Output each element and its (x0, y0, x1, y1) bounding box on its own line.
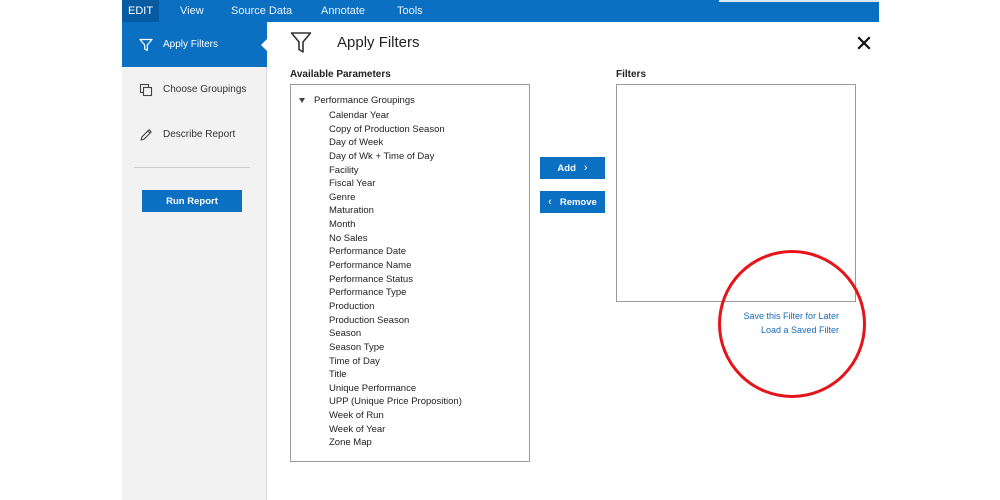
available-parameters-list[interactable]: Performance Groupings Calendar Year Copy … (290, 84, 530, 462)
sidebar-item-label: Describe Report (163, 129, 236, 140)
add-button[interactable]: Add › (540, 157, 605, 179)
list-item[interactable]: Week of Run (329, 409, 462, 423)
available-parameters-label: Available Parameters (290, 69, 391, 80)
list-item[interactable]: Production (329, 300, 462, 314)
list-item[interactable]: Season Type (329, 341, 462, 355)
list-item[interactable]: Production Season (329, 314, 462, 328)
list-item[interactable]: Day of Week (329, 136, 462, 150)
menu-edit[interactable]: EDIT (122, 0, 160, 22)
sidebar-item-describe-report[interactable]: Describe Report (122, 112, 267, 157)
list-item[interactable]: Performance Type (329, 286, 462, 300)
apply-filters-panel: Apply Filters Available Parameters Filte… (268, 22, 879, 500)
list-item[interactable]: Title (329, 368, 462, 382)
sidebar-divider (134, 167, 250, 168)
active-pointer (261, 38, 268, 52)
page-title: Apply Filters (337, 34, 420, 51)
list-item[interactable]: Day of Wk + Time of Day (329, 150, 462, 164)
add-button-label: Add (557, 162, 576, 174)
list-item[interactable]: UPP (Unique Price Proposition) (329, 395, 462, 409)
list-item[interactable]: Facility (329, 164, 462, 178)
list-item[interactable]: Fiscal Year (329, 177, 462, 191)
sidebar-item-choose-groupings[interactable]: Choose Groupings (122, 67, 267, 112)
list-item[interactable]: Maturation (329, 204, 462, 218)
close-icon[interactable] (857, 36, 871, 50)
tree-node-label: Performance Groupings (314, 95, 415, 106)
list-item[interactable]: Performance Status (329, 273, 462, 287)
list-item[interactable]: Performance Date (329, 245, 462, 259)
funnel-icon (290, 31, 312, 55)
menubar-accent (719, 0, 879, 2)
list-item[interactable]: Genre (329, 191, 462, 205)
sidebar-item-label: Choose Groupings (163, 84, 247, 95)
remove-button-label: Remove (559, 196, 597, 208)
pencil-icon (139, 128, 153, 142)
remove-button[interactable]: ‹ Remove (540, 191, 605, 213)
menu-source-data[interactable]: Source Data (231, 0, 292, 22)
groupings-icon (139, 83, 153, 97)
list-item[interactable]: Zone Map (329, 436, 462, 450)
filters-list[interactable] (616, 84, 856, 302)
funnel-icon (139, 38, 153, 52)
save-filter-link[interactable]: Save this Filter for Later (743, 311, 839, 321)
sidebar-item-apply-filters[interactable]: Apply Filters (122, 22, 268, 67)
report-editor-window: EDIT View Source Data Annotate Tools App… (122, 0, 879, 500)
parameter-list: Calendar Year Copy of Production Season Da… (329, 109, 462, 450)
list-item[interactable]: Copy of Production Season (329, 123, 462, 137)
list-item[interactable]: Time of Day (329, 355, 462, 369)
sidebar: Apply Filters Choose Groupings Describe … (122, 22, 268, 500)
list-item[interactable]: Performance Name (329, 259, 462, 273)
list-item[interactable]: No Sales (329, 232, 462, 246)
sidebar-item-label: Apply Filters (163, 39, 219, 50)
list-item[interactable]: Calendar Year (329, 109, 462, 123)
list-item[interactable]: Week of Year (329, 423, 462, 437)
tree-node-performance-groupings[interactable]: Performance Groupings (299, 95, 415, 106)
list-item[interactable]: Season (329, 327, 462, 341)
menu-tools[interactable]: Tools (397, 0, 423, 22)
run-report-button[interactable]: Run Report (142, 190, 242, 212)
expand-triangle-icon[interactable] (299, 98, 305, 103)
menu-view[interactable]: View (180, 0, 204, 22)
list-item[interactable]: Month (329, 218, 462, 232)
filters-label: Filters (616, 69, 647, 80)
load-saved-filter-link[interactable]: Load a Saved Filter (761, 325, 839, 335)
list-item[interactable]: Unique Performance (329, 382, 462, 396)
chevron-left-icon: ‹ (548, 196, 552, 208)
chevron-right-icon: › (583, 162, 588, 174)
menu-bar: EDIT View Source Data Annotate Tools (122, 0, 879, 22)
menu-annotate[interactable]: Annotate (321, 0, 365, 22)
